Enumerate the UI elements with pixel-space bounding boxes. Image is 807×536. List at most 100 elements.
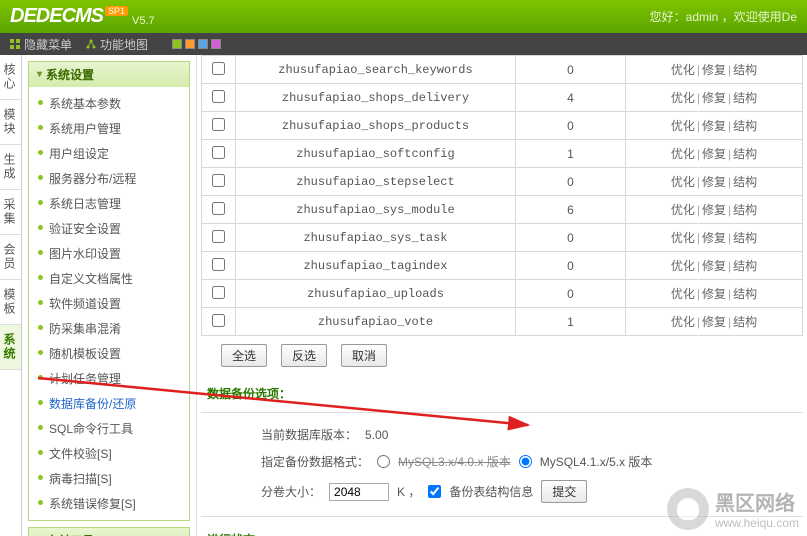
op-optimize[interactable]: 优化 <box>671 119 695 133</box>
op-optimize[interactable]: 优化 <box>671 315 695 329</box>
swatch-orange[interactable] <box>185 39 195 49</box>
op-optimize[interactable]: 优化 <box>671 175 695 189</box>
row-checkbox[interactable] <box>212 118 225 131</box>
op-optimize[interactable]: 优化 <box>671 287 695 301</box>
table-cell-ops: 优化|修复|结构 <box>626 196 803 224</box>
op-structure[interactable]: 结构 <box>733 315 757 329</box>
op-repair[interactable]: 修复 <box>702 259 726 273</box>
op-structure[interactable]: 结构 <box>733 231 757 245</box>
swatch-green[interactable] <box>172 39 182 49</box>
op-structure[interactable]: 结构 <box>733 119 757 133</box>
op-repair[interactable]: 修复 <box>702 287 726 301</box>
sidebar-item[interactable]: 系统日志管理 <box>29 191 189 216</box>
op-optimize[interactable]: 优化 <box>671 63 695 77</box>
op-repair[interactable]: 修复 <box>702 91 726 105</box>
sidebar-item[interactable]: 防采集串混淆 <box>29 316 189 341</box>
op-optimize[interactable]: 优化 <box>671 203 695 217</box>
op-repair[interactable]: 修复 <box>702 315 726 329</box>
row-checkbox[interactable] <box>212 62 225 75</box>
row-checkbox[interactable] <box>212 90 225 103</box>
sidebar-item[interactable]: 系统错误修复[S] <box>29 491 189 516</box>
size-unit: K ， <box>397 483 420 500</box>
vtab-module[interactable]: 模块 <box>0 100 21 145</box>
backup-section-title: 数据备份选项： <box>201 375 803 408</box>
format-radio-mysql4[interactable] <box>519 455 532 468</box>
sidebar-item[interactable]: 用户组设定 <box>29 141 189 166</box>
op-repair[interactable]: 修复 <box>702 119 726 133</box>
logo: DEDECMS <box>10 5 103 28</box>
table-cell-ops: 优化|修复|结构 <box>626 308 803 336</box>
op-repair[interactable]: 修复 <box>702 63 726 77</box>
size-label: 分卷大小： <box>261 483 321 500</box>
op-optimize[interactable]: 优化 <box>671 91 695 105</box>
table-button-row: 全选 反选 取消 <box>201 336 803 375</box>
sidebar-item[interactable]: 数据库备份/还原 <box>29 391 189 416</box>
submit-button[interactable]: 提交 <box>541 480 587 503</box>
structure-checkbox[interactable] <box>428 485 441 498</box>
sidebar-item[interactable]: 验证安全设置 <box>29 216 189 241</box>
table-cell-count: 4 <box>516 84 626 112</box>
invert-button[interactable]: 反选 <box>281 344 327 367</box>
sitemap-link[interactable]: 功能地图 <box>86 36 148 53</box>
cancel-button[interactable]: 取消 <box>341 344 387 367</box>
op-structure[interactable]: 结构 <box>733 175 757 189</box>
op-repair[interactable]: 修复 <box>702 175 726 189</box>
sidebar-header-system[interactable]: 系统设置 <box>29 62 189 87</box>
op-repair[interactable]: 修复 <box>702 203 726 217</box>
table-row: zhusufapiao_sys_task0优化|修复|结构 <box>202 224 803 252</box>
header-bar: DEDECMS SP1 V5.7 您好：admin ，欢迎使用De <box>0 0 807 33</box>
swatch-blue[interactable] <box>198 39 208 49</box>
row-checkbox[interactable] <box>212 146 225 159</box>
sidebar-item[interactable]: SQL命令行工具 <box>29 416 189 441</box>
sidebar-item[interactable]: 病毒扫描[S] <box>29 466 189 491</box>
grid-icon <box>10 39 20 49</box>
row-checkbox[interactable] <box>212 258 225 271</box>
op-optimize[interactable]: 优化 <box>671 147 695 161</box>
vtab-collect[interactable]: 采集 <box>0 190 21 235</box>
row-checkbox[interactable] <box>212 314 225 327</box>
backup-row-version: 当前数据库版本： 5.00 <box>221 421 783 448</box>
vtab-core[interactable]: 核心 <box>0 55 21 100</box>
row-checkbox[interactable] <box>212 202 225 215</box>
sidebar-item[interactable]: 自定义文档属性 <box>29 266 189 291</box>
vertical-tabs: 核心 模块 生成 采集 会员 模板 系统 <box>0 55 22 536</box>
op-structure[interactable]: 结构 <box>733 147 757 161</box>
op-structure[interactable]: 结构 <box>733 287 757 301</box>
op-repair[interactable]: 修复 <box>702 231 726 245</box>
sidebar-item[interactable]: 服务器分布/远程 <box>29 166 189 191</box>
table-row: zhusufapiao_shops_products0优化|修复|结构 <box>202 112 803 140</box>
sidebar-item[interactable]: 软件频道设置 <box>29 291 189 316</box>
vtab-template[interactable]: 模板 <box>0 280 21 325</box>
op-optimize[interactable]: 优化 <box>671 231 695 245</box>
size-input[interactable] <box>329 483 389 501</box>
vtab-member[interactable]: 会员 <box>0 235 21 280</box>
table-cell-name: zhusufapiao_stepselect <box>236 168 516 196</box>
sidebar-item[interactable]: 系统用户管理 <box>29 116 189 141</box>
row-checkbox[interactable] <box>212 174 225 187</box>
sidebar-item[interactable]: 系统基本参数 <box>29 91 189 116</box>
table-cell-count: 0 <box>516 280 626 308</box>
op-structure[interactable]: 结构 <box>733 63 757 77</box>
select-all-button[interactable]: 全选 <box>221 344 267 367</box>
table-cell-count: 1 <box>516 140 626 168</box>
sitemap-icon <box>86 39 96 49</box>
sidebar-item[interactable]: 文件校验[S] <box>29 441 189 466</box>
row-checkbox[interactable] <box>212 230 225 243</box>
swatch-pink[interactable] <box>211 39 221 49</box>
table-cell-name: zhusufapiao_sys_task <box>236 224 516 252</box>
op-structure[interactable]: 结构 <box>733 203 757 217</box>
sidebar-header-pay[interactable]: 支付工具 <box>29 528 189 536</box>
op-structure[interactable]: 结构 <box>733 259 757 273</box>
sidebar-item[interactable]: 随机模板设置 <box>29 341 189 366</box>
op-structure[interactable]: 结构 <box>733 91 757 105</box>
row-checkbox[interactable] <box>212 286 225 299</box>
hide-menu-link[interactable]: 隐藏菜单 <box>10 36 72 53</box>
vtab-system[interactable]: 系统 <box>0 325 21 370</box>
sidebar-item[interactable]: 图片水印设置 <box>29 241 189 266</box>
op-repair[interactable]: 修复 <box>702 147 726 161</box>
table-cell-name: zhusufapiao_uploads <box>236 280 516 308</box>
vtab-generate[interactable]: 生成 <box>0 145 21 190</box>
op-optimize[interactable]: 优化 <box>671 259 695 273</box>
sidebar-item[interactable]: 计划任务管理 <box>29 366 189 391</box>
format-radio-mysql3[interactable] <box>377 455 390 468</box>
